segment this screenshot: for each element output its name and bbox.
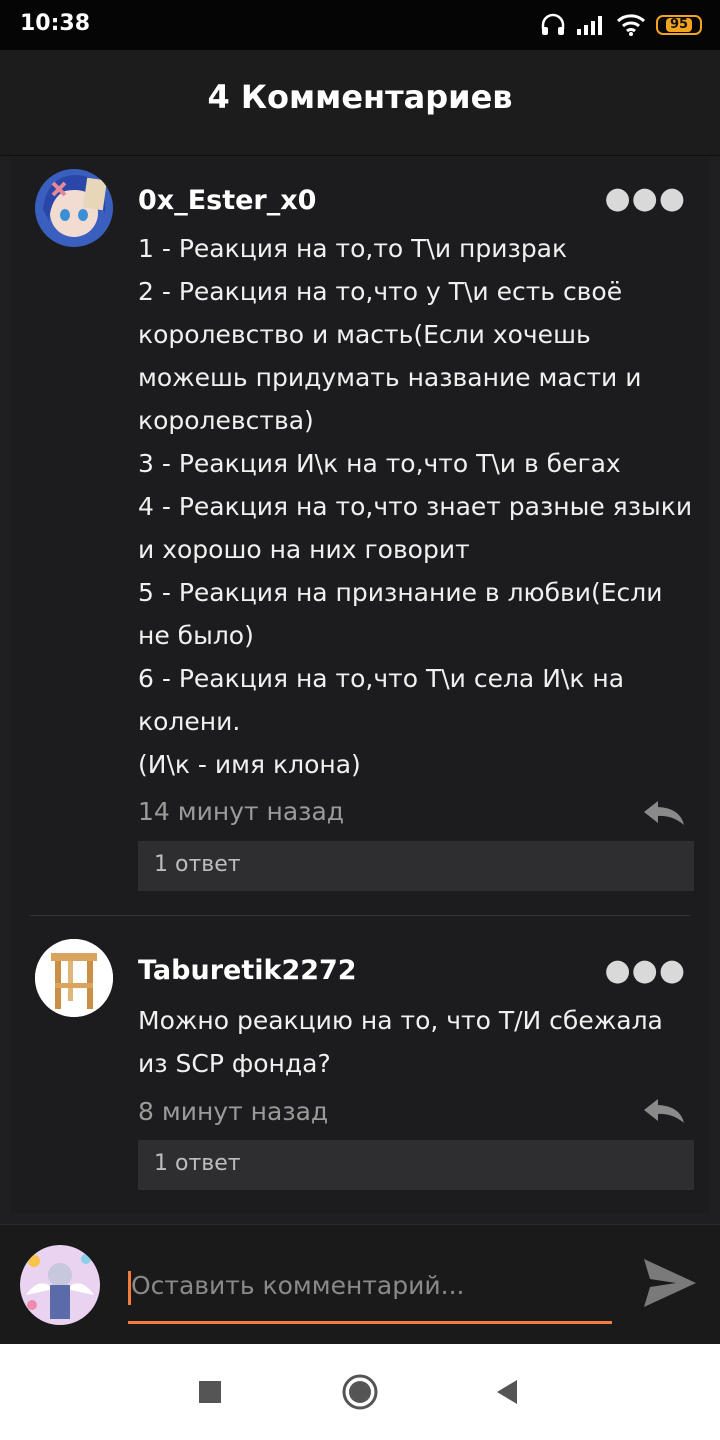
replies-button[interactable]: 1 ответ	[138, 841, 694, 891]
anime-avatar-icon	[35, 169, 113, 247]
comment-divider	[30, 915, 690, 916]
status-bar: 10:38 95	[0, 0, 720, 50]
user-avatar-icon	[20, 1245, 100, 1325]
home-button[interactable]	[338, 1370, 382, 1414]
stool-avatar-icon	[35, 939, 113, 1017]
comment-text: 1 - Реакция на то,то Т\и призрак 2 - Реа…	[138, 234, 693, 779]
battery-level: 95	[665, 18, 693, 32]
recent-apps-button[interactable]	[188, 1370, 232, 1414]
comment-author[interactable]: 0x_Ester_x0	[138, 185, 316, 216]
comment-composer: Оставить комментарий...	[0, 1224, 720, 1345]
comment-time: 14 минут назад	[138, 797, 345, 826]
comment-input[interactable]: Оставить комментарий...	[128, 1263, 612, 1324]
replies-label: 1 ответ	[154, 1151, 241, 1176]
reply-icon[interactable]	[642, 799, 686, 827]
reply-icon[interactable]	[642, 1097, 686, 1125]
more-options-icon[interactable]: ●●●	[604, 953, 686, 988]
headphones-icon	[541, 13, 565, 35]
comment-placeholder: Оставить комментарий...	[131, 1271, 465, 1300]
avatar[interactable]	[35, 169, 113, 247]
comment-item: 0x_Ester_x0 ●●● 1 - Реакция на то,то Т\и…	[10, 157, 710, 897]
comment-time: 8 минут назад	[138, 1097, 329, 1126]
replies-label: 1 ответ	[154, 852, 241, 877]
status-time: 10:38	[20, 11, 91, 36]
page-title: 4 Комментариев	[207, 78, 513, 116]
back-button[interactable]	[486, 1370, 530, 1414]
wifi-icon	[616, 14, 646, 36]
send-icon[interactable]	[642, 1257, 698, 1309]
avatar[interactable]	[35, 939, 113, 1017]
comment-text: Можно реакцию на то, что Т/И сбежала из …	[138, 1006, 663, 1078]
status-icons: 95	[540, 10, 702, 40]
signal-icon	[577, 16, 602, 35]
comments-header: 4 Комментариев	[0, 50, 720, 156]
user-avatar[interactable]	[20, 1245, 100, 1325]
more-options-icon[interactable]: ●●●	[604, 181, 686, 216]
system-nav-bar	[0, 1344, 720, 1440]
comment-author[interactable]: Taburetik2272	[138, 955, 357, 986]
comments-list[interactable]: 0x_Ester_x0 ●●● 1 - Реакция на то,то Т\и…	[10, 157, 710, 1213]
battery-icon: 95	[656, 15, 702, 35]
replies-button[interactable]: 1 ответ	[138, 1140, 694, 1190]
comment-item: Taburetik2272 ●●● Можно реакцию на то, ч…	[10, 927, 710, 1207]
